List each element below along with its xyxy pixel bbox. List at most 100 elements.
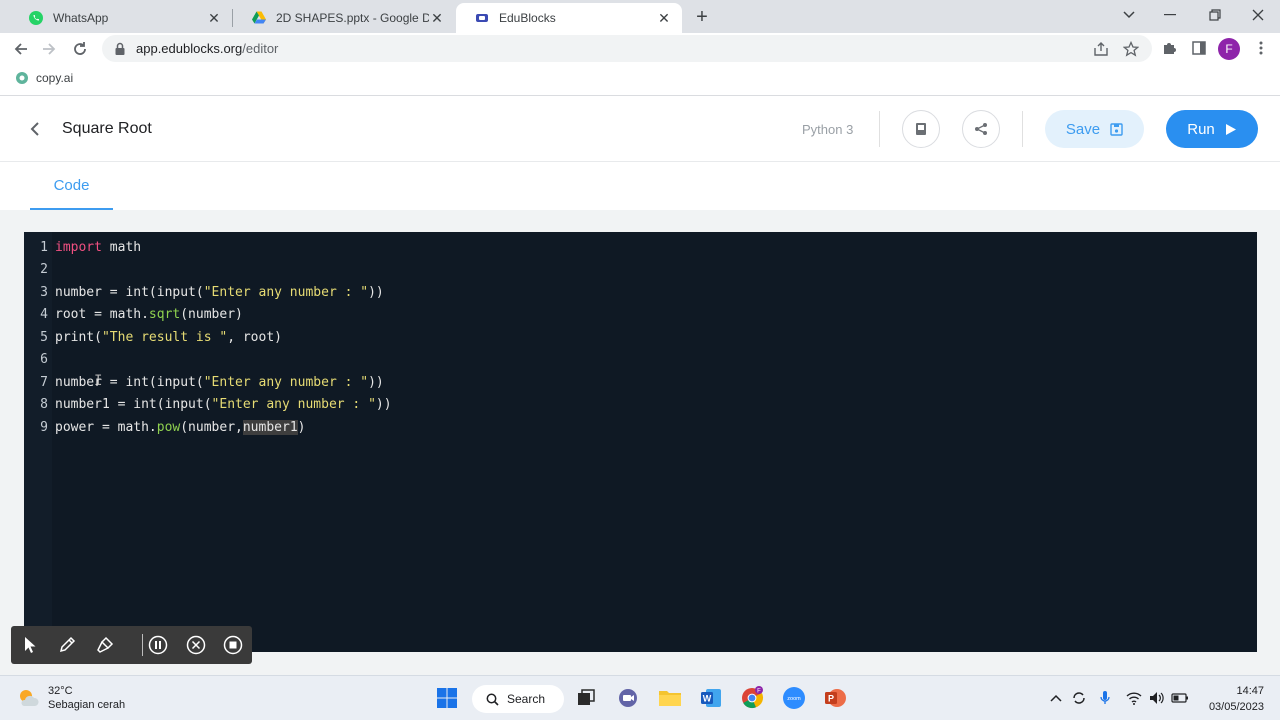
forward-arrow-icon[interactable] [36,36,62,62]
code-editor[interactable]: I 1 import math 2 3 number = int(input("Ente… [24,232,1257,652]
files-button[interactable] [902,110,940,148]
code-token: (number) [180,307,243,322]
code-token: "The result is " [101,329,228,345]
code-token: , root) [227,329,282,345]
cancel-recording-icon[interactable] [182,631,210,659]
tab-code[interactable]: Code [30,162,113,210]
code-token: )) [368,284,384,300]
code-line[interactable]: 7 number = int(input("Enter any number : … [24,371,1257,393]
teams-chat-icon[interactable] [612,682,644,714]
battery-icon[interactable] [1170,688,1190,708]
side-panel-icon[interactable] [1188,37,1210,59]
tab-title: EduBlocks [499,11,556,25]
code-token: "Enter any number : " [203,374,369,390]
code-token: "Enter any number : " [211,397,376,412]
extensions-puzzle-icon[interactable] [1158,37,1180,59]
zoom-icon[interactable]: zoom [778,682,810,714]
powerpoint-icon[interactable]: P [819,682,851,714]
code-line[interactable]: 9 power = math.pow(number,number1) [24,416,1257,438]
project-title[interactable]: Square Root [62,120,152,138]
word-icon[interactable]: W [695,682,727,714]
windows-start-icon[interactable] [431,682,463,714]
chrome-icon[interactable]: F [736,682,768,714]
line-number: 4 [40,307,48,322]
partly-sunny-icon [16,686,40,710]
code-line[interactable]: 8 number1 = int(input("Enter any number :… [24,394,1257,416]
profile-avatar[interactable]: F [1218,38,1240,60]
taskbar-search[interactable]: Search [472,685,564,713]
code-token: )) [375,397,392,412]
bookmark-star-icon[interactable] [1122,40,1140,58]
code-text: number = int(input("Enter any number : "… [55,375,384,390]
stop-icon[interactable] [219,631,247,659]
code-token: (number, [180,419,243,435]
line-number: 8 [40,397,48,412]
code-token: math [101,239,142,255]
browser-tab-edublocks[interactable]: EduBlocks ✕ [456,3,682,33]
volume-icon[interactable] [1147,688,1167,708]
clock-time: 14:47 [1236,685,1264,697]
header-divider [1022,111,1023,147]
new-tab-button[interactable]: + [690,5,714,29]
browser-tab-whatsapp[interactable]: WhatsApp ✕ [10,3,232,33]
task-view-icon[interactable] [570,682,602,714]
save-label: Save [1065,120,1101,138]
share-button[interactable] [962,110,1000,148]
code-text: print("The result is ", root) [55,330,282,345]
code-token: number = int(input( [55,284,204,300]
close-icon[interactable]: ✕ [429,10,445,26]
highlighter-brush-icon[interactable] [91,631,119,659]
pen-icon[interactable] [53,631,81,659]
browser-tab-strip: WhatsApp ✕ 2D SHAPES.pptx - Google Drive… [0,0,1280,33]
google-drive-icon [251,10,267,26]
address-bar[interactable]: app.edublocks.org/editor [102,35,1152,62]
code-line[interactable]: 1 import math [24,236,1257,258]
browser-tab-google-drive[interactable]: 2D SHAPES.pptx - Google Drive ✕ [233,3,455,33]
bookmark-label: copy.ai [36,71,74,85]
search-label: Search [507,692,546,706]
back-chevron-icon[interactable] [25,119,45,139]
share-page-icon[interactable] [1092,40,1110,58]
code-line[interactable]: 5 print("The result is ", root) [24,326,1257,348]
weather-widget[interactable]: 32°C Sebagian cerah [16,684,125,712]
header-divider [879,111,880,147]
file-explorer-icon[interactable] [654,682,686,714]
tab-search-icon[interactable] [1107,0,1151,30]
code-line[interactable]: 2 [24,259,1257,281]
code-token: print( [55,329,102,345]
code-line[interactable]: 4 root = math.sqrt(number) [24,304,1257,326]
restore-icon[interactable] [1193,0,1237,30]
wifi-icon[interactable] [1124,688,1144,708]
clock-date: 03/05/2023 [1208,701,1264,713]
more-menu-icon[interactable] [1250,37,1272,59]
svg-text:P: P [828,694,834,704]
run-button[interactable]: Run [1166,110,1258,148]
sync-icon[interactable] [1069,688,1089,708]
close-icon[interactable]: ✕ [206,10,222,26]
close-window-icon[interactable] [1236,0,1280,30]
edublocks-icon [474,10,490,26]
bookmarks-bar: copy.ai [0,64,1280,96]
line-number: 3 [40,284,48,300]
reload-icon[interactable] [67,36,93,62]
line-number: 2 [40,262,48,277]
line-number: 1 [40,239,48,255]
minimize-icon[interactable] [1148,0,1192,30]
bookmark-copy-ai[interactable]: copy.ai [15,71,73,85]
tab-title: 2D SHAPES.pptx - Google Drive [276,11,429,25]
pause-icon[interactable] [144,631,172,659]
line-number: 9 [40,419,48,435]
screen-recorder-toolbar [11,626,252,664]
chevron-up-icon[interactable] [1046,688,1066,708]
code-token: number = int(input( [55,374,204,390]
language-label: Python 3 [802,122,854,137]
close-icon[interactable]: ✕ [656,10,672,26]
copy-ai-icon [15,71,29,85]
save-button[interactable]: Save [1045,110,1144,148]
pointer-arrow-icon[interactable] [16,631,44,659]
microphone-icon[interactable] [1095,688,1115,708]
code-line[interactable]: 6 [24,349,1257,371]
back-arrow-icon[interactable] [8,36,34,62]
code-line[interactable]: 3 number = int(input("Enter any number : … [24,281,1257,303]
system-clock[interactable]: 14:47 03/05/2023 [1200,683,1264,715]
